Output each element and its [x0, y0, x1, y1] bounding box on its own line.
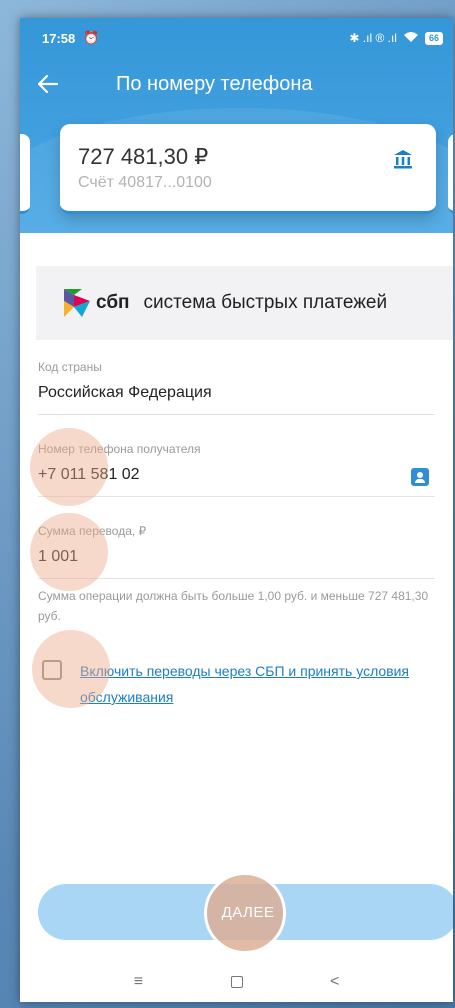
system-nav-bar: ≡ <: [20, 962, 453, 1002]
battery-icon: 66: [424, 31, 443, 45]
account-card[interactable]: 727 481,30 ₽ Счёт 40817...0100: [60, 124, 436, 214]
signal-icons: ✱ .ıl ® .ıl: [349, 31, 397, 45]
page-title: По номеру телефона: [116, 72, 313, 95]
status-bar: 17:58 ⏰ ✱ .ıl ® .ıl 66: [42, 28, 443, 48]
field-underline: [38, 414, 435, 415]
menu-icon[interactable]: ≡: [134, 973, 143, 991]
alarm-icon: ⏰: [83, 30, 100, 45]
phone-screen: 17:58 ⏰ ✱ .ıl ® .ıl 66 По номеру телефон…: [20, 18, 453, 1002]
home-icon[interactable]: [230, 976, 243, 988]
next-button-label: ДАЛЕЕ: [221, 903, 275, 921]
back-nav-icon[interactable]: <: [330, 973, 339, 991]
touch-indicator: [30, 428, 108, 506]
account-number: Счёт 40817...0100: [78, 174, 212, 191]
sbp-banner-text: система быстрых платежей: [143, 292, 388, 313]
status-time: 17:58: [42, 30, 76, 46]
touch-indicator: [30, 513, 108, 591]
field-underline: [38, 496, 435, 497]
country-code-field[interactable]: Код страны Российская Федерация: [38, 360, 435, 415]
contact-book-icon[interactable]: [411, 468, 429, 486]
sbp-logo-word: сбп: [96, 292, 130, 313]
next-account-card-peek[interactable]: [448, 134, 453, 214]
status-icons: ✱ .ıl ® .ıl 66: [349, 31, 443, 46]
bank-icon: [394, 150, 412, 169]
sbp-logo-icon: [64, 289, 90, 317]
amount-limit-hint: Сумма операции должна быть больше 1,00 р…: [38, 589, 429, 623]
account-balance: 727 481,30 ₽: [78, 144, 209, 169]
country-code-label: Код страны: [38, 360, 102, 374]
sbp-banner: сбп система быстрых платежей: [36, 266, 453, 340]
back-arrow-icon[interactable]: [20, 62, 76, 106]
sbp-consent-link[interactable]: Включить переводы через СБП и принять ус…: [80, 658, 438, 710]
wifi-icon: [403, 31, 419, 46]
touch-indicator: [32, 630, 110, 708]
top-app-bar: По номеру телефона: [20, 62, 453, 106]
country-code-value: Российская Федерация: [38, 384, 212, 401]
prev-account-card-peek[interactable]: [20, 134, 30, 214]
